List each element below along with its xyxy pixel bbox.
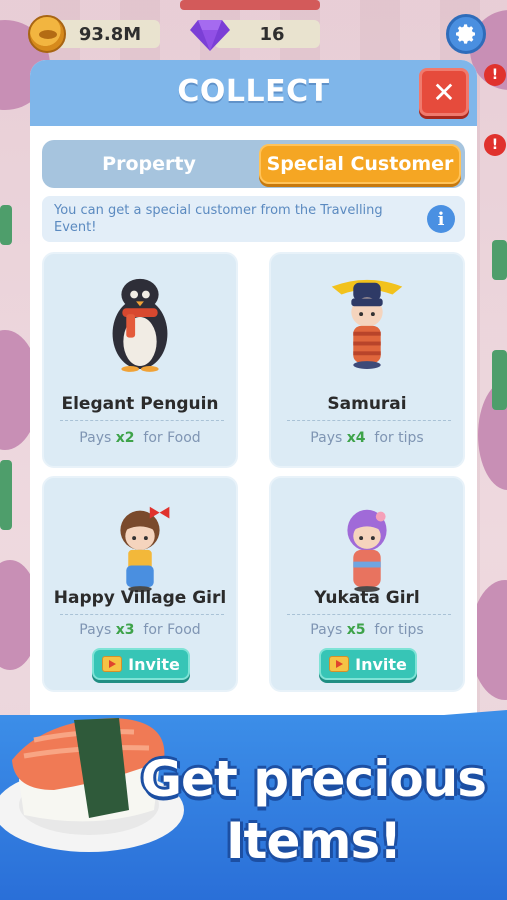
tv-video-icon [329, 656, 350, 672]
divider [60, 614, 224, 615]
divider [287, 420, 451, 421]
gem-amount: 16 [259, 23, 285, 45]
divider [287, 614, 451, 615]
top-bar: 93.8M 16 [0, 12, 507, 58]
hedge [492, 240, 507, 280]
samurai-figure [331, 279, 403, 369]
tab-property[interactable]: Property [46, 144, 252, 184]
info-text: You can get a special customer from the … [54, 203, 383, 235]
gear-icon [456, 24, 475, 44]
promo-headline: Get precious [140, 750, 487, 808]
invite-label: Invite [128, 654, 180, 674]
tab-bar: Property Special Customer [42, 140, 465, 188]
divider [60, 420, 224, 421]
dialog-title: COLLECT [177, 74, 330, 109]
customer-name: Samurai [327, 394, 407, 414]
tab-special-customer[interactable]: Special Customer [259, 144, 461, 184]
pays-suffix: for Food [143, 622, 201, 638]
pays-suffix: for tips [374, 430, 424, 446]
customer-card-yukata-girl[interactable]: Yukata Girl Pays x5 for tips Invite [269, 476, 465, 692]
customer-name: Yukata Girl [314, 588, 420, 608]
tv-video-icon [102, 656, 123, 672]
alert-badge[interactable]: ! [484, 134, 506, 156]
pays-prefix: Pays [79, 430, 112, 446]
customer-name: Happy Village Girl [53, 588, 227, 608]
hedge [0, 205, 12, 245]
customer-bonus: Pays x3 for Food [44, 622, 236, 638]
dialog-header: COLLECT ✕ [30, 60, 477, 126]
customer-card-elegant-penguin[interactable]: Elegant Penguin Pays x2 for Food [42, 252, 238, 468]
promo-subheadline: Items! [225, 812, 402, 870]
stall [180, 0, 320, 10]
info-icon[interactable]: i [427, 205, 455, 233]
pays-prefix: Pays [79, 622, 112, 638]
settings-button[interactable] [446, 14, 486, 54]
coin-amount: 93.8M [78, 23, 142, 45]
invite-label: Invite [355, 654, 407, 674]
penguin-figure [112, 278, 168, 372]
pays-multiplier: x4 [346, 430, 366, 446]
alert-badge[interactable]: ! [484, 64, 506, 86]
hedge [0, 460, 12, 530]
customer-card-samurai[interactable]: Samurai Pays x4 for tips [269, 252, 465, 468]
close-icon: ✕ [432, 75, 456, 109]
info-banner: You can get a special customer from the … [42, 196, 465, 242]
collect-dialog: COLLECT ✕ Property Special Customer You … [30, 60, 477, 730]
pays-multiplier: x2 [115, 430, 135, 446]
customer-bonus: Pays x2 for Food [44, 430, 236, 446]
pays-suffix: for Food [143, 430, 201, 446]
gem-icon [190, 20, 230, 51]
customer-bonus: Pays x5 for tips [271, 622, 463, 638]
coin-icon [28, 15, 66, 53]
close-button[interactable]: ✕ [419, 68, 469, 116]
customer-name: Elegant Penguin [61, 394, 219, 414]
pays-suffix: for tips [374, 622, 424, 638]
invite-button[interactable]: Invite [319, 648, 417, 680]
pays-multiplier: x3 [115, 622, 135, 638]
pays-prefix: Pays [310, 430, 343, 446]
customer-card-happy-village-girl[interactable]: Happy Village Girl Pays x3 for Food Invi… [42, 476, 238, 692]
invite-button[interactable]: Invite [92, 648, 190, 680]
pays-multiplier: x5 [346, 622, 366, 638]
customer-bonus: Pays x4 for tips [271, 430, 463, 446]
hedge [492, 350, 507, 410]
pays-prefix: Pays [310, 622, 343, 638]
